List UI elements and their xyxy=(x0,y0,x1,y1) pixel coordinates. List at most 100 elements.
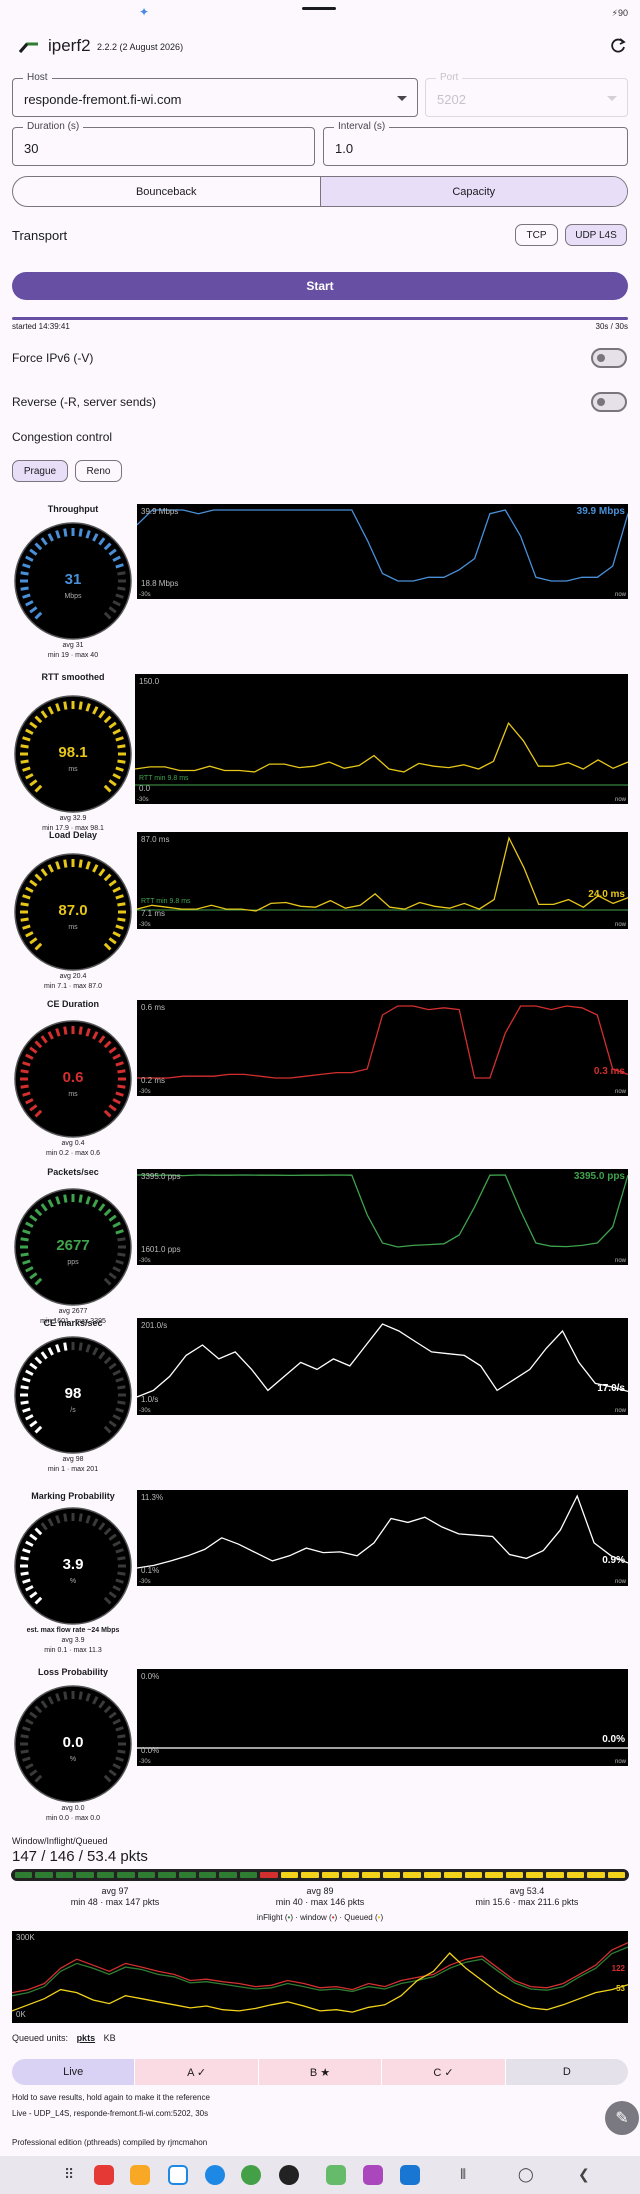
result-tab[interactable]: C ✓ xyxy=(381,2059,505,2085)
gauge-tick xyxy=(20,586,29,591)
home-icon[interactable]: ◯ xyxy=(518,2166,534,2183)
transport-tcp-chip[interactable]: TCP xyxy=(515,224,558,246)
transport-udp-l4s-chip[interactable]: UDP L4S xyxy=(565,224,627,246)
chart-series-line xyxy=(137,1174,628,1248)
gauge-unit: /s xyxy=(70,1407,76,1414)
gauge-tick xyxy=(117,917,126,922)
gauge-tick xyxy=(63,528,68,537)
interval-field[interactable]: Interval (s) 1.0 xyxy=(323,121,628,166)
chart-plot xyxy=(137,1005,628,1079)
sparkle-icon: ✦ xyxy=(139,5,150,19)
system-nav-bar: ⠿ ⦀ ◯ ❮ xyxy=(0,2156,640,2194)
ipv6-toggle[interactable] xyxy=(591,348,627,368)
port-value: 5202 xyxy=(437,92,466,107)
metric-avg: avg 32.9 xyxy=(59,815,87,822)
metric-gauge: 0.0% xyxy=(14,1685,132,1803)
dock-app-calendar-icon[interactable] xyxy=(168,2165,188,2185)
dock-app-files-icon[interactable] xyxy=(130,2165,150,2185)
start-button[interactable]: Start xyxy=(12,272,628,300)
app-drawer-icon[interactable]: ⠿ xyxy=(64,2166,74,2183)
recents-icon[interactable]: ⦀ xyxy=(460,2166,466,2183)
gauge-tick xyxy=(20,1252,29,1257)
gauge-value: 0.0 xyxy=(63,1734,84,1751)
dock-app-maps-icon[interactable] xyxy=(326,2165,346,2185)
host-dropdown[interactable]: Host responde-fremont.fi-wi.com xyxy=(12,72,418,117)
gauge-tick xyxy=(117,1237,126,1242)
app-bar: iperf2 2.2.2 (2 August 2026) xyxy=(0,28,640,68)
dock-app-chrome-icon[interactable] xyxy=(241,2165,261,2185)
chart-start-label: -30s xyxy=(139,1089,151,1095)
queue-bar-cell xyxy=(76,1872,94,1878)
gauge-tick xyxy=(63,859,68,868)
queued-units-kb[interactable]: KB xyxy=(104,2033,116,2043)
result-tabs: Live A ✓ B ★ C ✓ D xyxy=(12,2059,628,2085)
dock-app-camera-icon[interactable] xyxy=(279,2165,299,2185)
ipv6-label: Force IPv6 (-V) xyxy=(12,351,94,365)
gauge-tick xyxy=(20,1400,29,1405)
app-logo-icon xyxy=(18,42,38,53)
metric-minmax: min 19 · max 40 xyxy=(47,652,99,659)
metric-avg: avg 2677 xyxy=(58,1308,88,1315)
chart-start-label: -30s xyxy=(139,1759,151,1765)
duration-field[interactable]: Duration (s) 30 xyxy=(12,121,315,166)
window-queue-chart: 300K 0K 122 53 xyxy=(12,1931,628,2023)
metric-avg: avg 31 xyxy=(62,642,84,649)
metric-avg: avg 0.4 xyxy=(61,1140,85,1147)
metric-chart: 87.0 ms 7.1 ms -30s now RTT min 9.8 ms 24.… xyxy=(137,832,628,929)
chart-top-label: 3395.0 pps xyxy=(141,1172,181,1181)
camera-notch xyxy=(302,7,336,10)
dock-app-messages-icon[interactable] xyxy=(205,2165,225,2185)
app-title: iperf2 xyxy=(48,36,91,55)
dock-app-red-icon[interactable] xyxy=(94,2165,114,2185)
gauge-tick xyxy=(78,1691,83,1700)
result-tab[interactable]: D xyxy=(504,2059,628,2085)
gauge-tick xyxy=(20,917,29,922)
chart-end-label: now xyxy=(614,1759,626,1765)
wq-chart-last-queued: 53 xyxy=(616,1984,625,1993)
congestion-prague-chip[interactable]: Prague xyxy=(12,460,68,482)
metric-gauge: 3.9% xyxy=(14,1507,132,1625)
edit-fab[interactable]: ✎ xyxy=(605,2101,639,2135)
inflight-minmax: min 40 · max 146 pkts xyxy=(275,1897,365,1907)
result-tab[interactable]: Live xyxy=(12,2059,135,2085)
result-tab[interactable]: A ✓ xyxy=(134,2059,258,2085)
metric-title: Marking Probability xyxy=(31,1491,115,1501)
metric-title: RTT smoothed xyxy=(41,672,105,682)
metric-gauge: 0.6 ms xyxy=(14,1020,132,1138)
gauge-value: 98 xyxy=(65,1385,82,1402)
legend-inflight-text: inFlight ( xyxy=(256,1913,288,1922)
gauge-unit: Mbps xyxy=(64,593,82,600)
congestion-reno-chip[interactable]: Reno xyxy=(75,460,122,482)
chart-last-value: 39.9 Mbps xyxy=(576,506,625,517)
progress-bar xyxy=(12,317,628,320)
metric-gauge: 31 Mbps xyxy=(14,522,132,640)
mode-bounceback-button[interactable]: Bounceback xyxy=(13,177,320,206)
metric-avg: avg 98 xyxy=(62,1456,84,1463)
window-queue-bar xyxy=(11,1869,629,1881)
ipv6-toggle-knob xyxy=(597,354,605,362)
wq-series-queued xyxy=(12,1952,628,2013)
reverse-toggle[interactable] xyxy=(591,392,627,412)
queued-units-pkts[interactable]: pkts xyxy=(77,2033,96,2043)
wq-chart-plot xyxy=(12,1942,628,2013)
window-avg: avg 97 xyxy=(101,1886,129,1896)
gauge-tick xyxy=(78,1026,83,1035)
back-icon[interactable]: ❮ xyxy=(578,2166,590,2183)
result-tab[interactable]: B ★ xyxy=(257,2059,382,2085)
host-chevron-down-icon xyxy=(397,96,407,101)
chart-top-label: 201.0/s xyxy=(141,1321,168,1330)
queue-bar-cell xyxy=(35,1872,53,1878)
chart-bottom-label: 0.1% xyxy=(141,1566,160,1575)
host-value: responde-fremont.fi-wi.com xyxy=(24,92,182,107)
refresh-icon[interactable] xyxy=(608,36,628,56)
queue-bar-cell xyxy=(321,1872,339,1878)
mode-capacity-button[interactable]: Capacity xyxy=(319,177,627,206)
gauge-tick xyxy=(117,1084,126,1089)
gauge-unit: % xyxy=(70,1756,76,1763)
chart-last-value: 17.0/s xyxy=(597,1383,625,1395)
metric-minmax: min 7.1 · max 87.0 xyxy=(44,983,102,990)
dock-app-photos-icon[interactable] xyxy=(363,2165,383,2185)
port-dropdown: Port 5202 xyxy=(425,72,628,117)
inflight-stat: avg 89 min 40 · max 146 pkts xyxy=(220,1886,420,1908)
dock-app-mail-icon[interactable] xyxy=(400,2165,420,2185)
